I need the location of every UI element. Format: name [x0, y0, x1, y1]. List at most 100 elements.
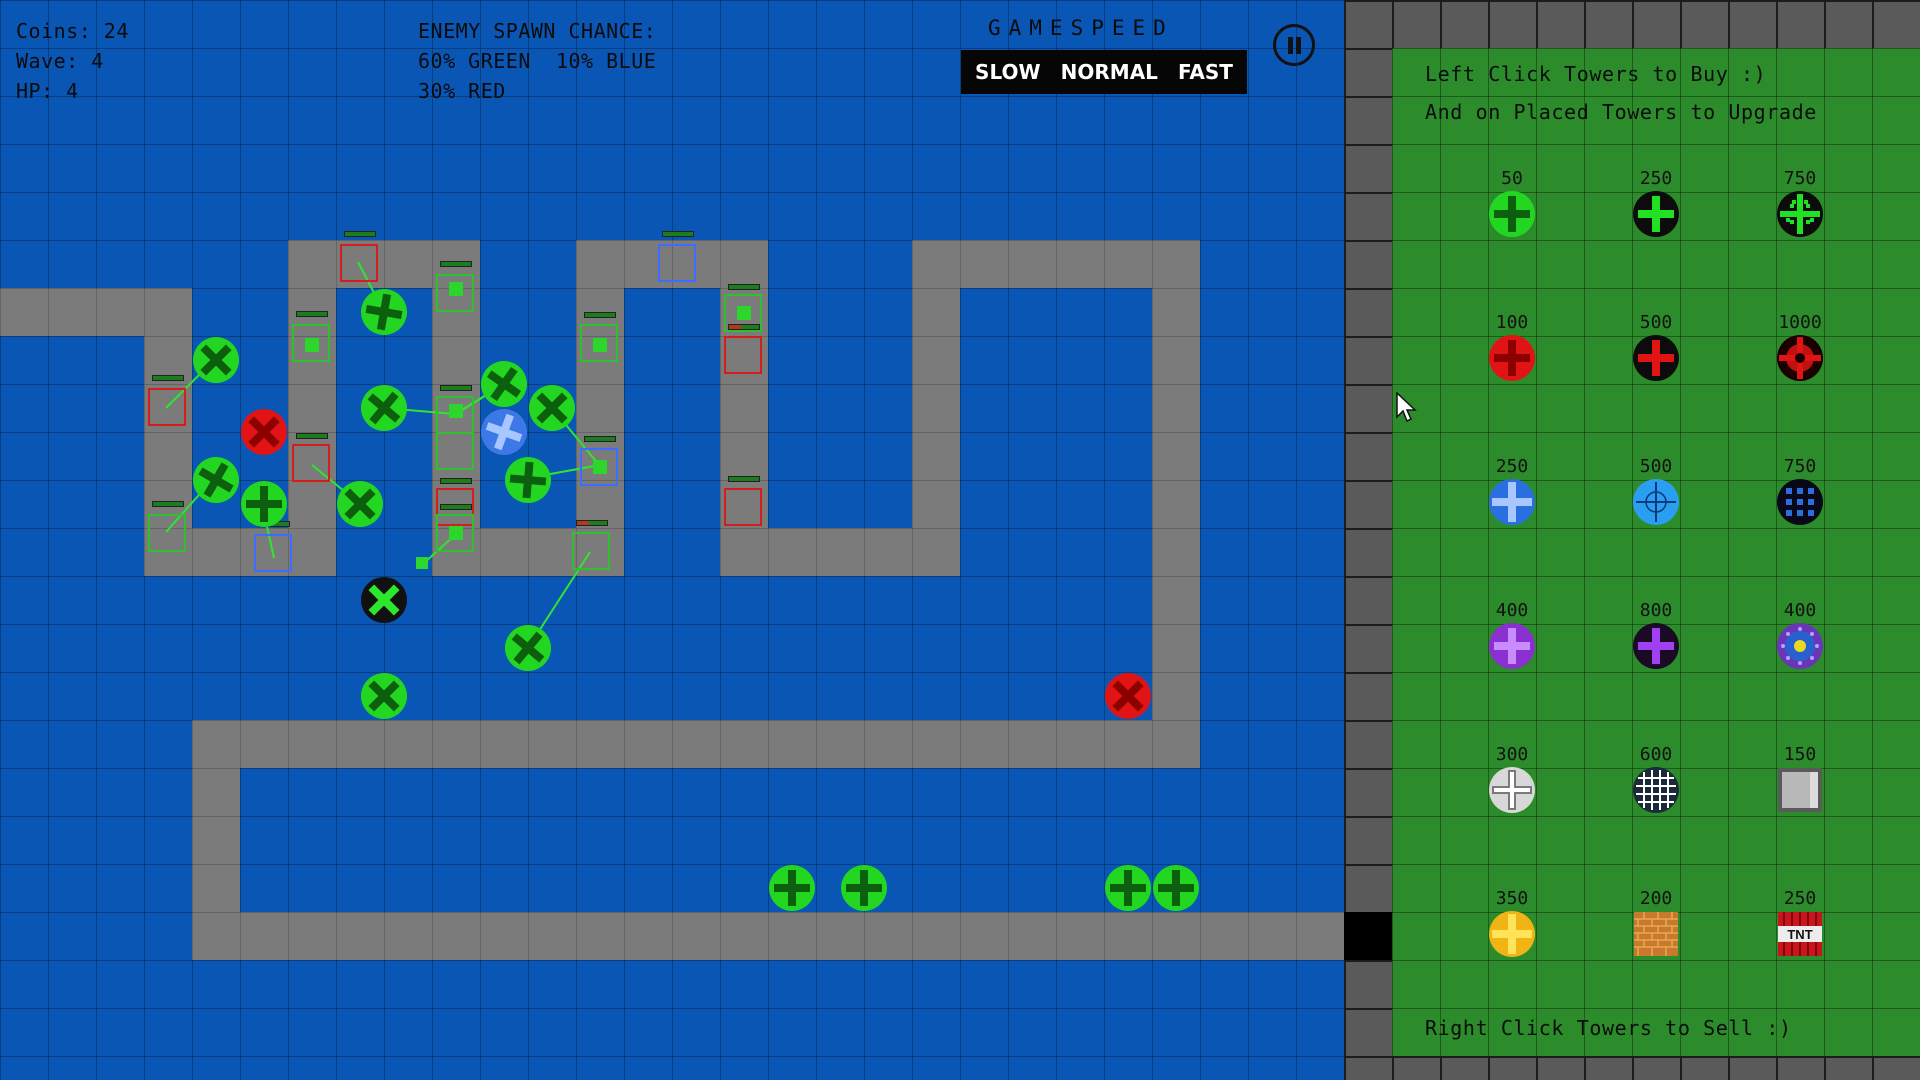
speed-normal-button[interactable]: NORMAL — [1061, 60, 1158, 84]
enemy-hp-bar — [440, 504, 472, 510]
price-label: 250 — [1495, 456, 1529, 477]
shop-item-white-2[interactable]: 600 — [1626, 744, 1686, 814]
enemy-green — [436, 432, 474, 470]
shop-item-green-1[interactable]: 50 — [1482, 168, 1542, 238]
red-tower[interactable] — [1104, 672, 1152, 720]
green-tower[interactable] — [192, 456, 240, 504]
shop-instruction-upgrade: And on Placed Towers to Upgrade — [1425, 100, 1817, 124]
laser-beams — [165, 261, 601, 649]
green-tower[interactable] — [768, 864, 816, 912]
shop-item-red-2[interactable]: 500 — [1626, 312, 1686, 382]
price-label: 1000 — [1778, 312, 1822, 333]
price-label: 300 — [1495, 744, 1529, 765]
price-label: 600 — [1639, 744, 1673, 765]
shop-item-blue-1[interactable]: 250 — [1482, 456, 1542, 526]
enemy-hp-bar — [152, 501, 184, 507]
spawn-chance-title: ENEMY SPAWN CHANCE: — [418, 19, 657, 43]
shop-item-red-3[interactable]: 1000 — [1770, 312, 1830, 382]
shop-item-purple-3[interactable]: 400 — [1770, 600, 1830, 670]
enemy-hp-bar — [440, 385, 472, 391]
enemy-hp-bar — [728, 284, 760, 290]
shop-instruction-buy: Left Click Towers to Buy :) — [1425, 62, 1767, 86]
price-label: 250 — [1639, 168, 1673, 189]
red-tower-3-icon — [1777, 335, 1823, 381]
price-label: 50 — [1501, 168, 1523, 189]
pause-icon[interactable] — [1273, 24, 1315, 66]
red-tower-2-icon — [1633, 335, 1679, 381]
shop-item-yellow[interactable]: 350 — [1482, 888, 1542, 958]
enemy-hp-bar — [440, 261, 472, 267]
tnt-icon: TNT — [1778, 912, 1822, 956]
enemy-hp-bar — [584, 312, 616, 318]
price-label: 750 — [1783, 456, 1817, 477]
shop-item-green-3[interactable]: 750 — [1770, 168, 1830, 238]
shop-item-purple-1[interactable]: 400 — [1482, 600, 1542, 670]
green-tower[interactable] — [528, 384, 576, 432]
white-grid-tower-icon — [1633, 767, 1679, 813]
enemy-hp-bar — [662, 231, 694, 237]
price-label: 250 — [1783, 888, 1817, 909]
green-tower[interactable] — [504, 624, 552, 672]
enemy-green — [572, 532, 610, 570]
shop-item-red-1[interactable]: 100 — [1482, 312, 1542, 382]
shop-item-wall[interactable]: 150 — [1770, 744, 1830, 814]
spawn-chance-line1: 60% GREEN 10% BLUE — [418, 49, 657, 73]
projectile — [593, 460, 607, 474]
green-tower[interactable] — [840, 864, 888, 912]
enemy-hp-bar — [728, 476, 760, 482]
green-tower[interactable] — [240, 480, 288, 528]
enemy-red — [724, 488, 762, 526]
speed-fast-button[interactable]: FAST — [1178, 60, 1233, 84]
green-tower[interactable] — [1104, 864, 1152, 912]
mouse-cursor-icon — [1396, 392, 1417, 423]
enemy-green — [148, 514, 186, 552]
red-tower[interactable] — [240, 408, 288, 456]
purple-tower-1-icon — [1489, 623, 1535, 669]
gamespeed-title: GAMESPEED — [988, 16, 1174, 40]
green-tower[interactable] — [480, 360, 528, 408]
green-tower[interactable] — [1152, 864, 1200, 912]
price-label: 500 — [1639, 312, 1673, 333]
wall-block-icon — [1778, 768, 1822, 812]
enemy-hp-bar — [584, 436, 616, 442]
price-label: 750 — [1783, 168, 1817, 189]
coins-counter: Coins: 24 — [16, 19, 129, 43]
blue-tower[interactable] — [480, 408, 528, 456]
shop-item-green-2[interactable]: 250 — [1626, 168, 1686, 238]
green-tower[interactable] — [360, 672, 408, 720]
tnt-label: TNT — [1787, 927, 1812, 942]
yellow-tower-icon — [1489, 911, 1535, 957]
projectile — [737, 306, 751, 320]
black-tower[interactable] — [360, 576, 408, 624]
green-tower[interactable] — [504, 456, 552, 504]
shop-item-purple-2[interactable]: 800 — [1626, 600, 1686, 670]
green-tower[interactable] — [360, 288, 408, 336]
projectile — [449, 404, 463, 418]
game-board[interactable]: Coins: 24 Wave: 4 HP: 4 ENEMY SPAWN CHAN… — [0, 0, 1344, 1080]
enemy-red — [292, 444, 330, 482]
selected-cell — [1344, 912, 1392, 960]
green-tower-1-icon — [1489, 191, 1535, 237]
speed-slow-button[interactable]: SLOW — [975, 60, 1041, 84]
shop-item-blue-3[interactable]: 750 — [1770, 456, 1830, 526]
blue-tower-2-icon — [1633, 479, 1679, 525]
shop-item-tnt[interactable]: 250 TNT — [1770, 888, 1830, 958]
blue-tower-3-icon — [1777, 479, 1823, 525]
green-tower[interactable] — [192, 336, 240, 384]
projectile — [305, 338, 319, 352]
price-label: 800 — [1639, 600, 1673, 621]
green-tower[interactable] — [336, 480, 384, 528]
projectile — [449, 526, 463, 540]
projectile — [593, 338, 607, 352]
purple-tower-2-icon — [1633, 623, 1679, 669]
enemy-hp-bar — [728, 324, 760, 330]
red-tower-1-icon — [1489, 335, 1535, 381]
shop-item-brick[interactable]: 200 — [1626, 888, 1686, 958]
enemy-hp-bar — [344, 231, 376, 237]
enemy-hp-bar — [296, 433, 328, 439]
shop-item-white-1[interactable]: 300 — [1482, 744, 1542, 814]
hp-counter: HP: 4 — [16, 79, 79, 103]
green-tower[interactable] — [360, 384, 408, 432]
shop-item-blue-2[interactable]: 500 — [1626, 456, 1686, 526]
brick-wall-icon — [1634, 912, 1678, 956]
